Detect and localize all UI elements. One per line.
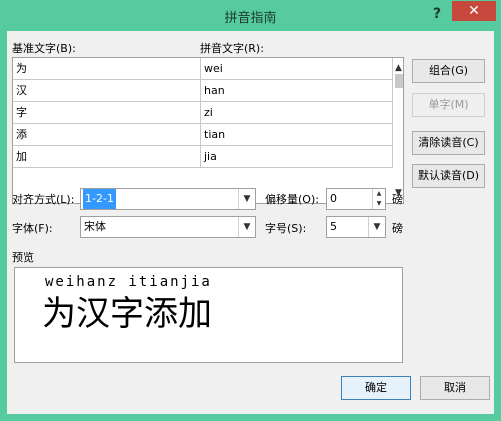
pinyin-cell[interactable]: tian <box>201 124 393 146</box>
dialog-window: 拼音指南 ? ✕ 基准文字(B): 拼音文字(R): 为 wei 汉 han 字… <box>0 0 501 421</box>
base-cell[interactable]: 为 <box>13 58 201 80</box>
offset-label: 偏移量(O): <box>265 193 319 206</box>
align-dropdown[interactable]: 1-2-1 ▼ <box>80 188 256 210</box>
font-label: 字体(F): <box>12 222 53 235</box>
clear-reading-button[interactable]: 清除读音(C) <box>412 131 485 155</box>
pinyin-cell[interactable]: han <box>201 80 393 102</box>
base-cell[interactable]: 字 <box>13 102 201 124</box>
default-reading-button[interactable]: 默认读音(D) <box>412 164 485 188</box>
offset-spinner[interactable]: 0 ▲ ▼ <box>326 188 386 210</box>
size-label: 字号(S): <box>265 222 307 235</box>
scroll-up-icon[interactable]: ▲ <box>395 63 402 73</box>
base-cell[interactable]: 加 <box>13 146 201 168</box>
align-label: 对齐方式(L): <box>12 193 75 206</box>
grid-scrollbar[interactable]: ▲ ▼ <box>393 58 404 203</box>
dialog-body: 基准文字(B): 拼音文字(R): 为 wei 汉 han 字 zi 添 tia… <box>7 31 494 414</box>
preview-text: 为汉字添加 <box>42 294 212 334</box>
title-bar[interactable]: 拼音指南 ? ✕ <box>0 0 501 30</box>
chevron-down-icon[interactable]: ▼ <box>238 217 255 237</box>
size-value: 5 <box>330 220 337 233</box>
close-button[interactable]: ✕ <box>452 1 496 21</box>
preview-label: 预览 <box>12 251 34 264</box>
base-text-label: 基准文字(B): <box>12 42 76 55</box>
pinyin-cell[interactable]: jia <box>201 146 393 168</box>
scroll-thumb[interactable] <box>395 74 403 88</box>
pinyin-cell[interactable]: wei <box>201 58 393 80</box>
offset-unit: 磅 <box>392 193 403 206</box>
pinyin-text-label: 拼音文字(R): <box>200 42 264 55</box>
base-cell[interactable]: 汉 <box>13 80 201 102</box>
spin-down-icon[interactable]: ▼ <box>373 199 385 209</box>
help-button[interactable]: ? <box>425 4 449 24</box>
single-char-button[interactable]: 单字(M) <box>412 93 485 117</box>
pinyin-cell[interactable]: zi <box>201 102 393 124</box>
size-unit: 磅 <box>392 222 403 235</box>
cancel-button[interactable]: 取消 <box>420 376 490 400</box>
spin-up-icon[interactable]: ▲ <box>373 189 385 199</box>
offset-value: 0 <box>330 192 337 205</box>
size-dropdown[interactable]: 5 ▼ <box>326 216 386 238</box>
pinyin-grid: 为 wei 汉 han 字 zi 添 tian 加 jia ▲ ▼ <box>12 57 404 204</box>
chevron-down-icon[interactable]: ▼ <box>368 217 385 237</box>
ok-button[interactable]: 确定 <box>341 376 411 400</box>
font-value: 宋体 <box>84 220 106 233</box>
preview-box: weihanz itianjia 为汉字添加 <box>14 267 403 363</box>
combine-button[interactable]: 组合(G) <box>412 59 485 83</box>
chevron-down-icon[interactable]: ▼ <box>238 189 255 209</box>
font-dropdown[interactable]: 宋体 ▼ <box>80 216 256 238</box>
base-cell[interactable]: 添 <box>13 124 201 146</box>
align-value: 1-2-1 <box>83 189 116 209</box>
